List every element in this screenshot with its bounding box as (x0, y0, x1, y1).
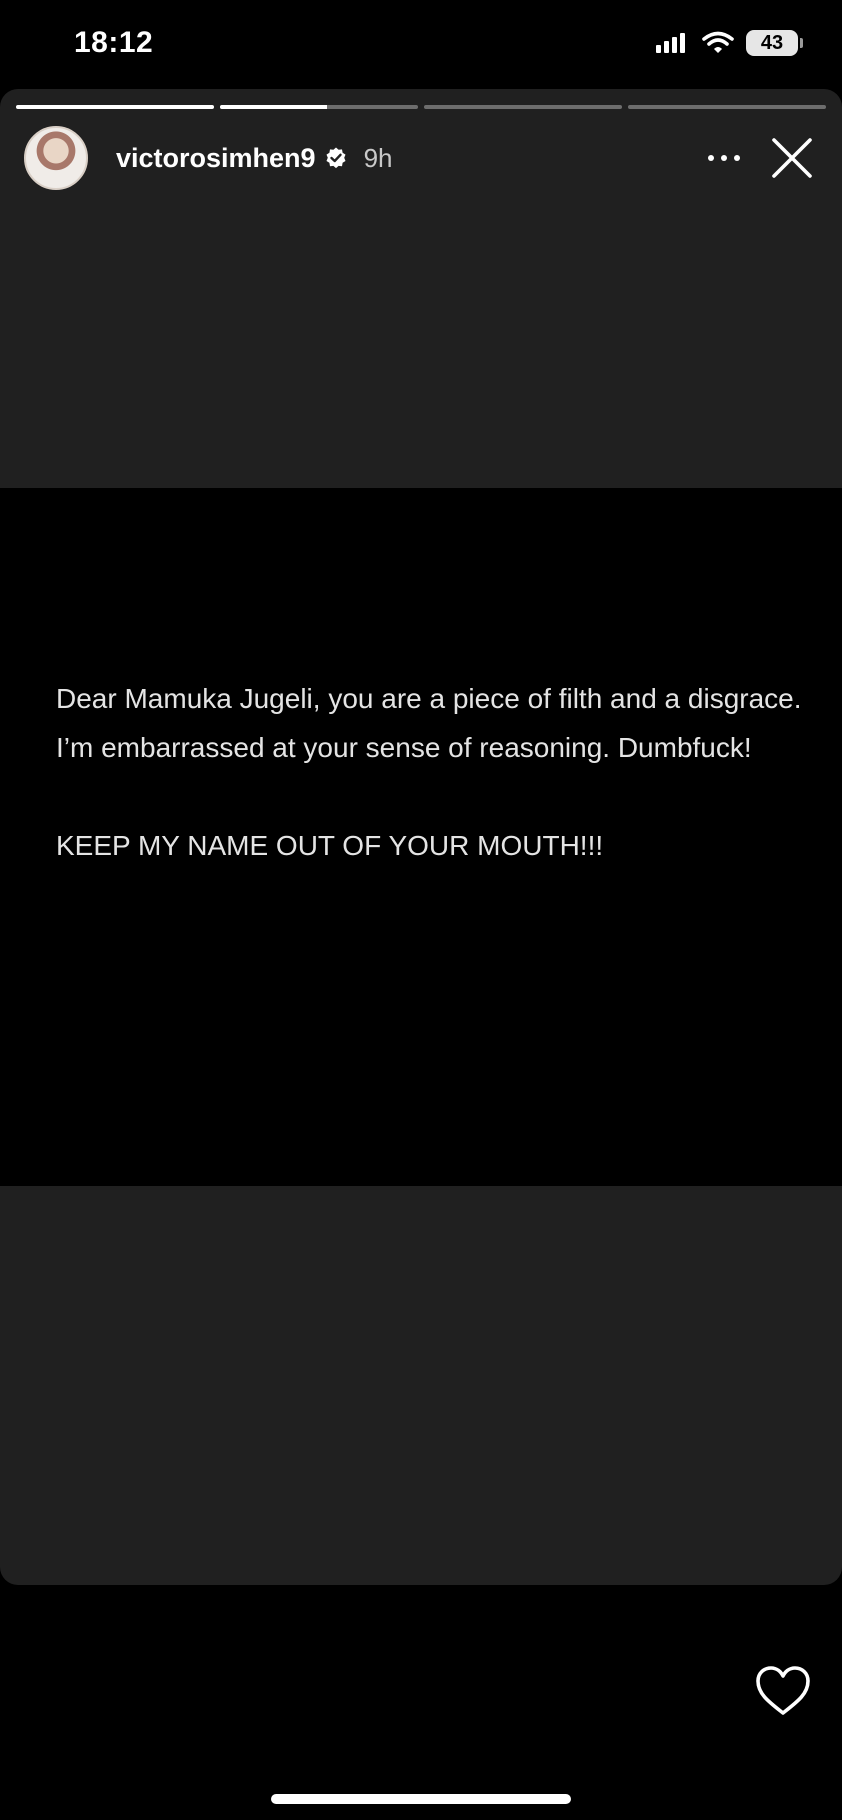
status-icons: 43 (656, 30, 803, 56)
story-screen: 18:12 43 victorosimhen9 9h Dear Mamuka J… (0, 0, 842, 1820)
progress-segment (220, 105, 418, 109)
verified-badge-icon (324, 146, 348, 170)
story-content: Dear Mamuka Jugeli, you are a piece of f… (0, 488, 842, 1186)
like-button[interactable] (754, 1664, 812, 1718)
more-options-icon (708, 155, 740, 161)
story-text: Dear Mamuka Jugeli, you are a piece of f… (56, 674, 802, 870)
heart-icon (756, 1666, 810, 1715)
cellular-signal-icon (656, 33, 685, 53)
story-card[interactable]: victorosimhen9 9h Dear Mamuka Jugeli, yo… (0, 89, 842, 1585)
story-text-paragraph: Dear Mamuka Jugeli, you are a piece of f… (56, 683, 802, 763)
battery-level: 43 (760, 31, 784, 54)
story-time-ago: 9h (363, 142, 393, 173)
status-time: 18:12 (74, 26, 154, 59)
progress-segment (16, 105, 214, 109)
more-options-button[interactable] (694, 133, 754, 183)
username[interactable]: victorosimhen9 (116, 143, 316, 174)
progress-segment (628, 105, 826, 109)
story-header: victorosimhen9 9h (24, 125, 822, 191)
close-button[interactable] (762, 128, 822, 188)
battery-icon: 43 (746, 30, 803, 56)
story-progress-bar (16, 105, 826, 109)
home-indicator[interactable] (271, 1794, 571, 1804)
progress-segment (424, 105, 622, 109)
close-icon (772, 138, 812, 178)
avatar[interactable] (24, 126, 88, 190)
story-text-paragraph: KEEP MY NAME OUT OF YOUR MOUTH!!! (56, 830, 604, 861)
wifi-icon (702, 31, 734, 53)
